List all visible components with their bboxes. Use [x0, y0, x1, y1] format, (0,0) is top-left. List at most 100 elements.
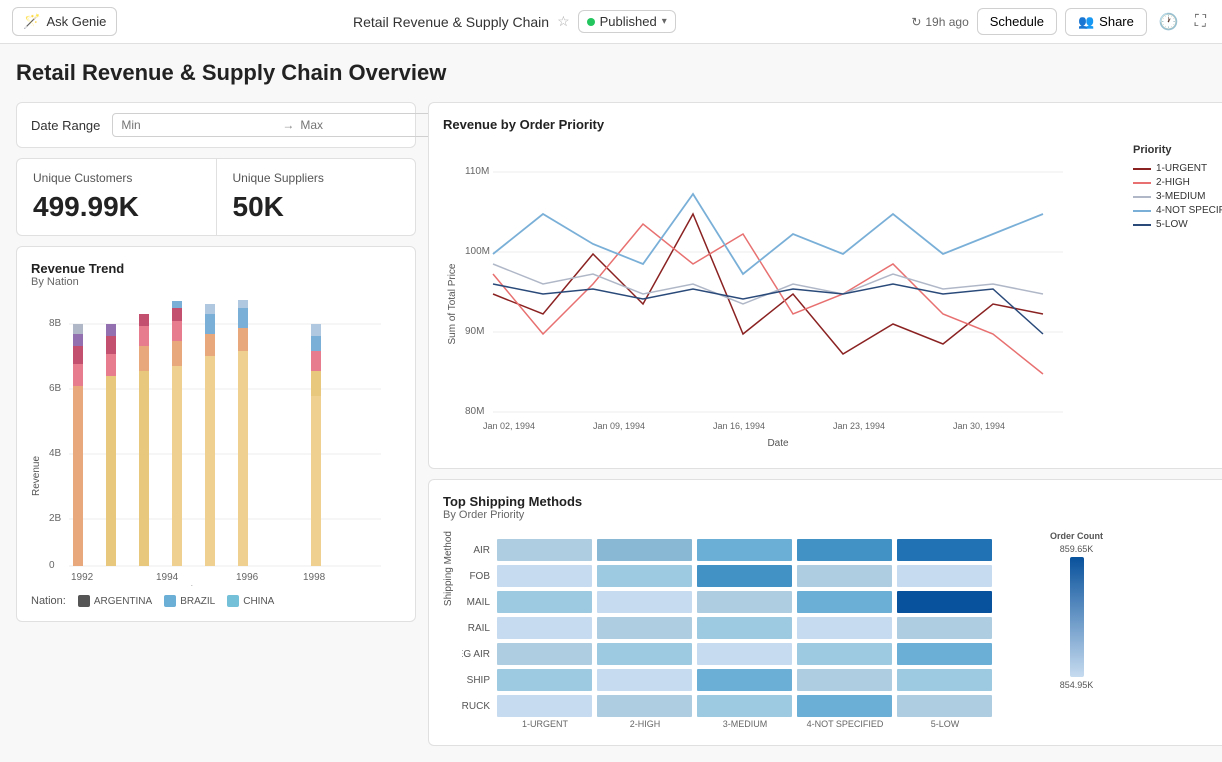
svg-text:2-HIGH: 2-HIGH	[630, 719, 661, 729]
history-icon[interactable]: 🕐	[1155, 8, 1183, 36]
svg-text:Jan 09, 1994: Jan 09, 1994	[593, 421, 645, 431]
legend-brazil: BRAZIL	[164, 595, 215, 607]
svg-text:1-URGENT: 1-URGENT	[522, 719, 569, 729]
svg-text:Jan 30, 1994: Jan 30, 1994	[953, 421, 1005, 431]
dashboard-title: Retail Revenue & Supply Chain	[353, 14, 549, 30]
svg-text:Order Date: Order Date	[176, 585, 226, 586]
color-scale-label: Order Count	[1050, 531, 1103, 541]
heatmap-subtitle: By Order Priority	[443, 509, 1222, 521]
refresh-time: 19h ago	[925, 15, 968, 29]
legend-1-urgent: 1-URGENT	[1133, 163, 1222, 174]
content-row: Date Range → 📅 Unique Customers 499.99K …	[16, 102, 1206, 746]
svg-text:1998: 1998	[303, 572, 326, 583]
kpi-row: Unique Customers 499.99K Unique Supplier…	[16, 158, 416, 236]
medium-label: 3-MEDIUM	[1156, 191, 1205, 202]
share-button[interactable]: 👥 Share	[1065, 8, 1147, 36]
svg-text:Jan 16, 1994: Jan 16, 1994	[713, 421, 765, 431]
kpi-suppliers-value: 50K	[233, 191, 400, 223]
star-icon[interactable]: ☆	[557, 13, 570, 30]
svg-text:2B: 2B	[49, 513, 62, 524]
priority-legend-title: Priority	[1133, 144, 1222, 156]
low-line	[1133, 224, 1151, 226]
color-scale-gradient	[1070, 557, 1084, 677]
left-panel: Date Range → 📅 Unique Customers 499.99K …	[16, 102, 416, 746]
line-chart-svg: Sum of Total Price 110M 100M 90M 80M	[443, 134, 1123, 454]
revenue-trend-card: Revenue Trend By Nation 8B 6B 4B 2B 0 Re…	[16, 246, 416, 622]
not-specified-line	[1133, 210, 1151, 212]
date-range-inputs[interactable]: →	[112, 113, 464, 137]
svg-text:6B: 6B	[49, 383, 62, 394]
line-chart-legend: Priority 1-URGENT 2-HIGH 3-MEDIUM	[1133, 134, 1222, 454]
revenue-trend-subtitle: By Nation	[31, 276, 401, 288]
date-range-card: Date Range → 📅	[16, 102, 416, 148]
share-icon: 👥	[1078, 14, 1094, 30]
color-scale-max: 859.65K	[1060, 544, 1094, 554]
argentina-label: ARGENTINA	[94, 596, 152, 607]
argentina-color	[78, 595, 90, 607]
high-label: 2-HIGH	[1156, 177, 1190, 188]
topbar: 🪄 Ask Genie Retail Revenue & Supply Chai…	[0, 0, 1222, 44]
legend-3-medium: 3-MEDIUM	[1133, 191, 1222, 202]
svg-text:5-LOW: 5-LOW	[931, 719, 960, 729]
svg-text:100M: 100M	[465, 246, 490, 257]
urgent-label: 1-URGENT	[1156, 163, 1207, 174]
line-chart-title: Revenue by Order Priority	[443, 117, 1222, 132]
color-scale: Order Count 859.65K 854.95K	[1050, 531, 1103, 690]
page-title: Retail Revenue & Supply Chain Overview	[16, 60, 1206, 86]
legend-5-low: 5-LOW	[1133, 219, 1222, 230]
chevron-down-icon: ▾	[662, 16, 667, 27]
revenue-trend-title: Revenue Trend	[31, 261, 401, 276]
heatmap-svg: AIR FOB MAIL RAIL REG AIR SHIP TRUCK	[462, 531, 1042, 731]
refresh-icon: ↻	[911, 15, 921, 29]
svg-text:8B: 8B	[49, 318, 62, 329]
date-arrow-icon: →	[282, 118, 294, 132]
svg-text:3-MEDIUM: 3-MEDIUM	[723, 719, 768, 729]
urgent-line	[1133, 168, 1151, 170]
refresh-info: ↻ 19h ago	[911, 15, 968, 29]
svg-text:1996: 1996	[236, 572, 259, 583]
fullscreen-icon[interactable]: ⛶	[1191, 9, 1210, 35]
svg-text:FOB: FOB	[469, 571, 490, 582]
svg-text:Date: Date	[767, 438, 789, 449]
china-color	[227, 595, 239, 607]
topbar-title-area: Retail Revenue & Supply Chain ☆ Publishe…	[125, 10, 903, 33]
published-badge[interactable]: Published ▾	[578, 10, 676, 33]
medium-line	[1133, 196, 1151, 198]
schedule-label: Schedule	[990, 14, 1044, 29]
svg-text:Jan 23, 1994: Jan 23, 1994	[833, 421, 885, 431]
line-chart-body: Sum of Total Price 110M 100M 90M 80M	[443, 134, 1222, 454]
heatmap-body: Shipping Method AIR FOB MAIL RAIL REG AI…	[443, 531, 1222, 731]
not-specified-label: 4-NOT SPECIFIED	[1156, 205, 1222, 216]
ask-genie-button[interactable]: 🪄 Ask Genie	[12, 7, 117, 36]
right-panel: Revenue by Order Priority Sum of Total P…	[428, 102, 1222, 746]
kpi-customers-label: Unique Customers	[33, 171, 200, 185]
line-chart-card: Revenue by Order Priority Sum of Total P…	[428, 102, 1222, 469]
svg-text:RAIL: RAIL	[468, 623, 491, 634]
china-label: CHINA	[243, 596, 274, 607]
svg-text:4B: 4B	[49, 448, 62, 459]
kpi-suppliers-label: Unique Suppliers	[233, 171, 400, 185]
svg-text:Jan 02, 1994: Jan 02, 1994	[483, 421, 535, 431]
svg-text:0: 0	[49, 560, 55, 571]
ask-genie-label: Ask Genie	[46, 14, 106, 29]
bar-chart-legend: Nation: ARGENTINA BRAZIL CHINA	[31, 595, 401, 607]
low-label: 5-LOW	[1156, 219, 1188, 230]
svg-text:1994: 1994	[156, 572, 179, 583]
main-content: Retail Revenue & Supply Chain Overview D…	[0, 44, 1222, 762]
heatmap-title: Top Shipping Methods	[443, 494, 1222, 509]
schedule-button[interactable]: Schedule	[977, 8, 1057, 35]
unique-customers-card: Unique Customers 499.99K	[16, 158, 216, 236]
svg-text:Sum of Total Price: Sum of Total Price	[447, 263, 458, 344]
unique-suppliers-card: Unique Suppliers 50K	[216, 158, 417, 236]
revenue-trend-chart: 8B 6B 4B 2B 0 Revenue	[31, 296, 391, 586]
svg-text:90M: 90M	[465, 326, 484, 337]
legend-argentina: ARGENTINA	[78, 595, 152, 607]
published-dot	[587, 18, 595, 26]
heatmap-y-axis-title: Shipping Method	[443, 531, 454, 626]
kpi-customers-value: 499.99K	[33, 191, 200, 223]
genie-icon: 🪄	[23, 13, 40, 30]
published-label: Published	[600, 14, 657, 29]
date-min-input[interactable]	[121, 118, 276, 132]
legend-2-high: 2-HIGH	[1133, 177, 1222, 188]
brazil-label: BRAZIL	[180, 596, 215, 607]
